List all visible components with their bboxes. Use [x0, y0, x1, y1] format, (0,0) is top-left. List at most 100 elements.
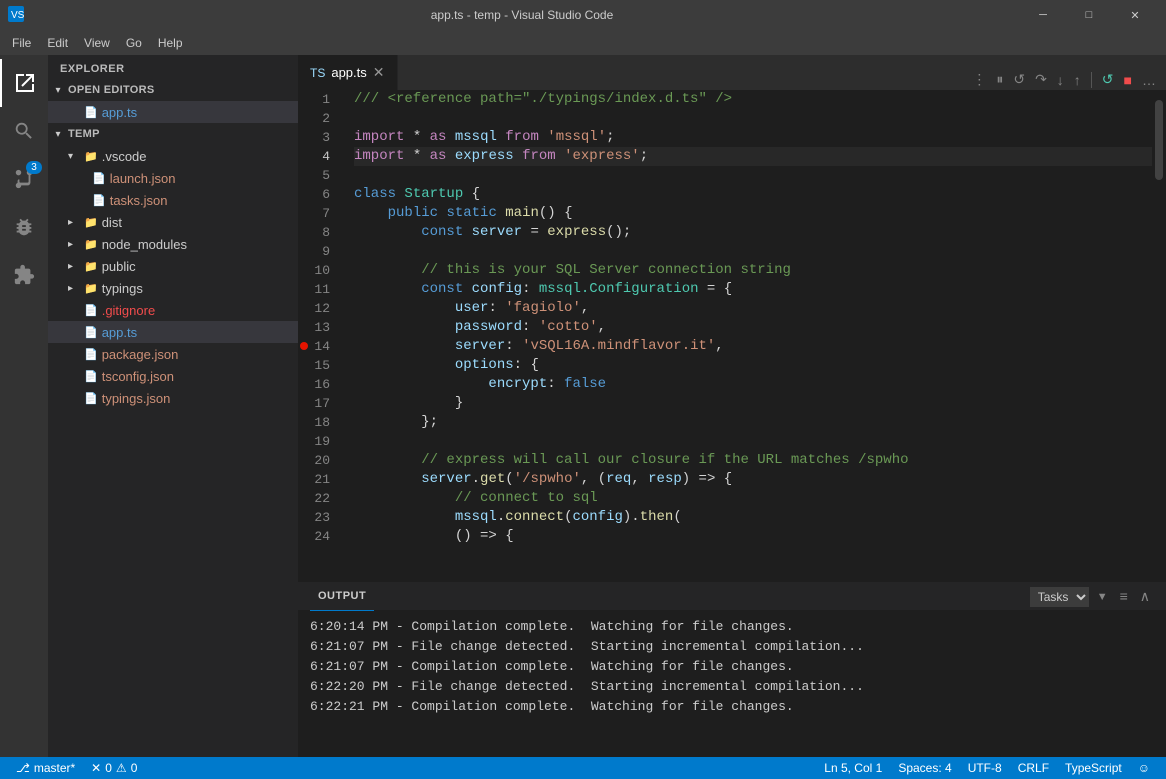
debug-activity-icon[interactable] — [0, 203, 48, 251]
code-line-7: public static main() { — [354, 204, 1152, 223]
restart-debug-button[interactable]: ↺ — [1011, 69, 1027, 90]
code-editor[interactable]: 1 2 3 4 5 6 7 8 9 10 11 12 13 14 15 16 1… — [298, 90, 1166, 582]
code-line-24: () => { — [354, 527, 1152, 546]
tab-appTs[interactable]: TS app.ts ✕ — [298, 55, 398, 90]
code-line-22: // connect to sql — [354, 489, 1152, 508]
line-17: 17 — [298, 394, 338, 413]
tab-bar: TS app.ts ✕ ⋮ ⏸ ↺ ↷ ↓ ↑ ↺ ■ … — [298, 55, 1166, 90]
language-item[interactable]: TypeScript — [1057, 757, 1130, 779]
output-tab[interactable]: OUTPUT — [310, 583, 374, 611]
toggle-panel-button[interactable]: ∧ — [1136, 586, 1154, 607]
smiley-item[interactable]: ☺ — [1130, 757, 1158, 779]
project-root[interactable]: ▾ TEMP — [48, 123, 298, 145]
step-over-button[interactable]: ↷ — [1033, 69, 1049, 90]
git-branch-item[interactable]: ⎇ master* — [8, 757, 83, 779]
code-line-19 — [354, 432, 1152, 451]
toolbar-separator — [1091, 72, 1092, 88]
menu-file[interactable]: File — [4, 30, 39, 55]
code-line-3: import * as mssql from 'mssql'; — [354, 128, 1152, 147]
split-editor-button[interactable]: ⋮ — [970, 69, 988, 90]
gitignore-item[interactable]: 📄 .gitignore — [48, 299, 298, 321]
menubar: File Edit View Go Help — [0, 30, 1166, 55]
code-content[interactable]: /// <reference path="./typings/index.d.t… — [346, 90, 1152, 582]
stop-debug-button[interactable]: ■ — [1122, 70, 1134, 90]
editor-scrollbar[interactable] — [1152, 90, 1166, 582]
more-actions-button[interactable]: … — [1140, 70, 1158, 90]
output-line-4: 6:22:20 PM - File change detected. Start… — [310, 677, 1154, 697]
explorer-activity-icon[interactable] — [0, 59, 48, 107]
tsconfig-json-item[interactable]: 📄 tsconfig.json — [48, 365, 298, 387]
language-label: TypeScript — [1065, 761, 1122, 775]
appTs-item[interactable]: 📄 app.ts — [48, 321, 298, 343]
public-folder-label: public — [102, 259, 136, 274]
tasks-json-item[interactable]: 📄 tasks.json — [48, 189, 298, 211]
line-9: 9 — [298, 242, 338, 261]
close-button[interactable]: ✕ — [1112, 0, 1158, 30]
tasks-dropdown[interactable]: Tasks — [1030, 587, 1089, 607]
menu-view[interactable]: View — [76, 30, 118, 55]
window-controls: ─ □ ✕ — [1020, 0, 1158, 30]
code-line-16: encrypt: false — [354, 375, 1152, 394]
dist-folder[interactable]: ▸ 📁 dist — [48, 211, 298, 233]
git-branch-label: master* — [34, 761, 75, 775]
typings-json-item[interactable]: 📄 typings.json — [48, 387, 298, 409]
launch-json-label: launch.json — [110, 171, 176, 186]
launch-json-item[interactable]: 📄 launch.json — [48, 167, 298, 189]
menu-edit[interactable]: Edit — [39, 30, 76, 55]
line-10: 10 — [298, 261, 338, 280]
encoding-label: UTF-8 — [968, 761, 1002, 775]
ln-col-item[interactable]: Ln 5, Col 1 — [816, 757, 890, 779]
svg-text:VS: VS — [11, 10, 24, 21]
code-line-8: const server = express(); — [354, 223, 1152, 242]
extensions-activity-icon[interactable] — [0, 251, 48, 299]
activitybar: 3 — [0, 55, 48, 757]
sidebar: EXPLORER ▾ OPEN EDITORS 📄 app.ts ▾ TEMP … — [48, 55, 298, 757]
file-json-icon: 📄 — [92, 172, 106, 185]
spaces-item[interactable]: Spaces: 4 — [890, 757, 959, 779]
code-line-5 — [354, 166, 1152, 185]
panel-actions: ≡ ∧ — [1116, 586, 1154, 607]
search-activity-icon[interactable] — [0, 107, 48, 155]
open-editor-appTs[interactable]: 📄 app.ts — [48, 101, 298, 123]
output-line-3: 6:21:07 PM - Compilation complete. Watch… — [310, 657, 1154, 677]
line-19: 19 — [298, 432, 338, 451]
scrollbar-thumb[interactable] — [1155, 100, 1163, 180]
output-line-5: 6:22:21 PM - Compilation complete. Watch… — [310, 697, 1154, 717]
debug-restart-button[interactable]: ↺ — [1100, 69, 1116, 90]
menu-go[interactable]: Go — [118, 30, 150, 55]
clear-output-button[interactable]: ≡ — [1116, 586, 1132, 607]
menu-help[interactable]: Help — [150, 30, 191, 55]
error-icon: ✕ — [91, 761, 101, 775]
line-11: 11 — [298, 280, 338, 299]
code-line-23: mssql.connect(config).then( — [354, 508, 1152, 527]
step-into-button[interactable]: ↓ — [1055, 70, 1066, 90]
maximize-button[interactable]: □ — [1066, 0, 1112, 30]
dist-folder-label: dist — [102, 215, 122, 230]
line-20: 20 — [298, 451, 338, 470]
typings-folder[interactable]: ▸ 📁 typings — [48, 277, 298, 299]
step-out-button[interactable]: ↑ — [1072, 70, 1083, 90]
node-modules-folder[interactable]: ▸ 📁 node_modules — [48, 233, 298, 255]
gitignore-icon: 📄 — [84, 304, 98, 317]
minimize-button[interactable]: ─ — [1020, 0, 1066, 30]
package-json-label: package.json — [102, 347, 179, 362]
output-line-2: 6:21:07 PM - File change detected. Start… — [310, 637, 1154, 657]
code-line-4: import * as express from 'express'; — [354, 147, 1152, 166]
code-line-14: server: 'vSQL16A.mindflavor.it', — [354, 337, 1152, 356]
package-json-item[interactable]: 📄 package.json — [48, 343, 298, 365]
pause-debug-button[interactable]: ⏸ — [994, 69, 1005, 90]
line-ending-item[interactable]: CRLF — [1010, 757, 1057, 779]
tab-close-button[interactable]: ✕ — [373, 64, 385, 81]
public-folder[interactable]: ▸ 📁 public — [48, 255, 298, 277]
line-8: 8 — [298, 223, 338, 242]
source-control-activity-icon[interactable]: 3 — [0, 155, 48, 203]
vscode-folder[interactable]: ▾ 📁 .vscode — [48, 145, 298, 167]
vscode-folder-label: .vscode — [102, 149, 147, 164]
encoding-item[interactable]: UTF-8 — [960, 757, 1010, 779]
errors-item[interactable]: ✕ 0 ⚠ 0 — [83, 757, 145, 779]
typings-folder-label: typings — [102, 281, 143, 296]
tab-actions: ⋮ ⏸ ↺ ↷ ↓ ↑ ↺ ■ … — [962, 69, 1166, 90]
code-line-1: /// <reference path="./typings/index.d.t… — [354, 90, 1152, 109]
open-editors-section[interactable]: ▾ OPEN EDITORS — [48, 79, 298, 101]
main-area: 3 EXPLORER ▾ OPEN EDITORS 📄 app.ts ▾ TEM… — [0, 55, 1166, 757]
